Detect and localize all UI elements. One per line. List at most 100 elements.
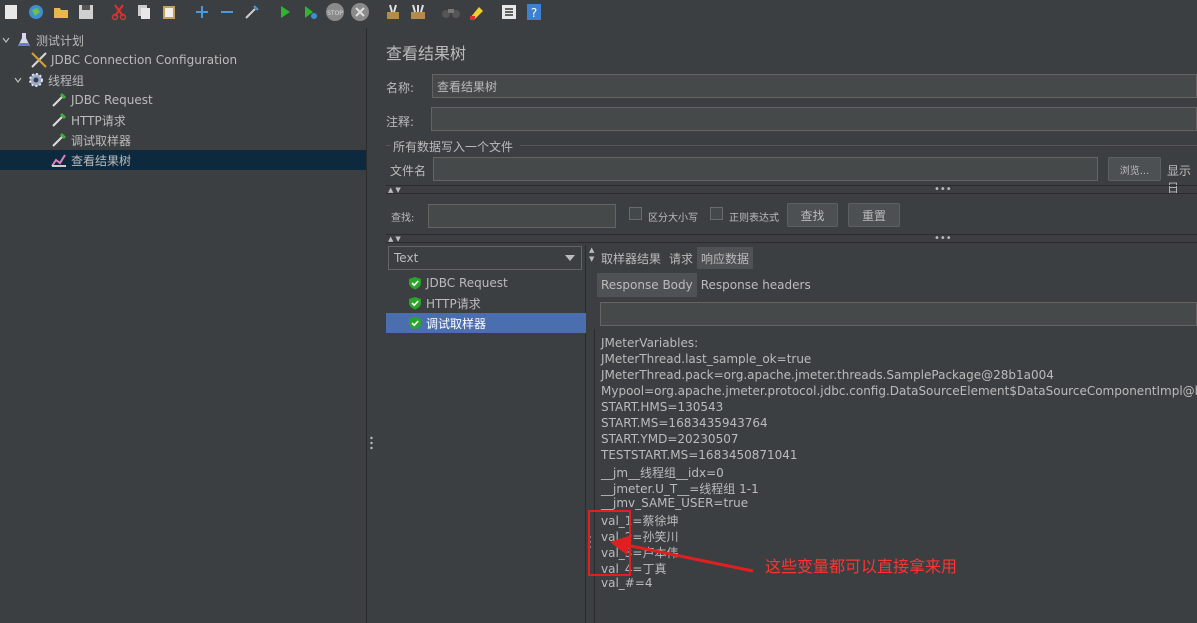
help-icon[interactable]: ? [523,1,545,23]
response-line: START.YMD=20230507 [601,432,739,446]
response-line: JMeterVariables: [601,336,699,350]
test-plan-tree: 测试计划 JDBC Connection Configuration 线程组 J… [0,28,366,623]
search-icon[interactable] [440,1,462,23]
success-shield-icon [409,297,421,310]
start-icon[interactable] [274,1,296,23]
paste-icon[interactable] [158,1,180,23]
templates-icon[interactable] [25,1,47,23]
filename-field[interactable] [433,157,1098,181]
function-helper-icon[interactable] [498,1,520,23]
start-no-pause-icon[interactable] [299,1,321,23]
tree-item-jdbc-request[interactable]: JDBC Request [0,90,366,110]
clear-icon[interactable] [382,1,404,23]
result-item-label: JDBC Request [426,276,508,290]
find-button[interactable]: 查找 [787,203,838,227]
filename-label: 文件名 [390,164,427,178]
clear-all-icon[interactable] [407,1,429,23]
tab-request[interactable]: 请求 [665,247,697,269]
response-line: __jm__线程组__idx=0 [601,466,724,480]
splitter-dots-icon[interactable]: ••• [934,185,952,195]
reset-button[interactable]: 重置 [848,203,900,227]
name-field[interactable] [432,74,1197,98]
horizontal-splitter[interactable]: ▲▼ ••• [386,185,1197,195]
chevron-down-icon[interactable] [12,74,24,86]
expand-icon[interactable] [191,1,213,23]
main-splitter[interactable] [366,28,376,623]
open-icon[interactable] [50,1,72,23]
name-label: 名称: [386,81,415,95]
save-icon[interactable] [75,1,97,23]
tools-icon [30,51,48,69]
tree-item-label: JDBC Request [71,93,153,107]
tree-item-label: 调试取样器 [71,133,132,148]
chevron-down-icon[interactable] [565,255,575,261]
copy-icon[interactable] [133,1,155,23]
tab-response-data[interactable]: 响应数据 [697,247,754,269]
tree-item-test-plan[interactable]: 测试计划 [0,30,366,50]
collapse-arrows-icon[interactable]: ▲▼ [589,246,594,264]
result-item[interactable]: JDBC Request [386,273,586,293]
splitter-dots-icon[interactable]: ••• [934,234,952,244]
annotation-arrow-icon [610,535,754,573]
horizontal-splitter[interactable]: ▲▼ ••• [386,234,1197,244]
response-search-input[interactable] [600,302,1197,326]
shutdown-icon[interactable] [349,1,371,23]
new-icon[interactable] [0,1,22,23]
tree-item-label: 查看结果树 [71,153,132,168]
response-line: __jmeter.U_T__=线程组 1-1 [601,482,759,496]
renderer-select[interactable]: Text [388,246,582,270]
gear-icon [27,71,45,89]
case-sensitive-label: 区分大小写 [648,213,698,224]
tree-item-thread-group[interactable]: 线程组 [0,70,366,90]
annotation-text: 这些变量都可以直接拿来用 [765,557,958,576]
tree-item-label: HTTP请求 [71,113,126,128]
response-subtabs: Response Body Response headers [597,273,815,297]
tree-item-http-request[interactable]: HTTP请求 [0,110,366,130]
page-title: 查看结果树 [386,44,467,63]
tab-sampler-result[interactable]: 取样器结果 [597,247,665,269]
pipette-icon [50,91,68,109]
browse-button[interactable]: 浏览... [1108,157,1161,181]
main-toolbar: STOP ? [0,0,1197,24]
collapse-arrows-icon[interactable]: ▲▼ [388,186,403,195]
reset-search-icon[interactable] [465,1,487,23]
result-item[interactable]: 调试取样器 [386,313,586,333]
case-sensitive-checkbox[interactable] [629,207,642,220]
group-border [520,145,1197,146]
view-results-tree-panel: 查看结果树 名称: 注释: 所有数据写入一个文件 文件名 浏览... 显示日 ▲… [376,28,1197,623]
splitter-grip-icon[interactable] [370,436,373,450]
flask-icon [15,31,33,49]
tab-response-body[interactable]: Response Body [597,273,697,297]
result-tabs: 取样器结果 请求 响应数据 [597,247,754,269]
tree-item-label: 测试计划 [36,33,85,48]
collapse-arrows-icon[interactable]: ▲▼ [388,235,403,244]
tree-item-debug-sampler[interactable]: 调试取样器 [0,130,366,150]
tree-item-jdbc-config[interactable]: JDBC Connection Configuration [0,50,366,70]
chart-icon [50,151,68,169]
pipette-icon [50,111,68,129]
svg-text:STOP: STOP [327,10,343,17]
cut-icon[interactable] [108,1,130,23]
toggle-icon[interactable] [241,1,263,23]
collapse-icon[interactable] [216,1,238,23]
success-shield-icon [409,277,421,290]
search-input[interactable] [428,204,616,228]
chevron-down-icon[interactable] [0,34,12,46]
stop-icon[interactable]: STOP [324,1,346,23]
comment-field[interactable] [431,107,1197,131]
comment-label: 注释: [386,115,415,129]
result-item-label: HTTP请求 [426,296,481,311]
result-item[interactable]: HTTP请求 [386,293,586,313]
tab-response-headers[interactable]: Response headers [697,273,815,297]
regex-checkbox[interactable] [710,207,723,220]
response-line: Mypool=org.apache.jmeter.protocol.jdbc.c… [601,384,1197,398]
tree-item-view-results-tree[interactable]: 查看结果树 [0,150,366,170]
response-line: TESTSTART.MS=1683450871041 [601,448,798,462]
response-line: START.MS=1683435943764 [601,416,768,430]
response-line: __jmv_SAME_USER=true [601,496,749,510]
result-item-label: 调试取样器 [426,316,487,331]
regex-label: 正则表达式 [729,213,779,224]
group-border [386,145,391,146]
pipette-icon [50,131,68,149]
tree-item-label: JDBC Connection Configuration [51,53,238,67]
